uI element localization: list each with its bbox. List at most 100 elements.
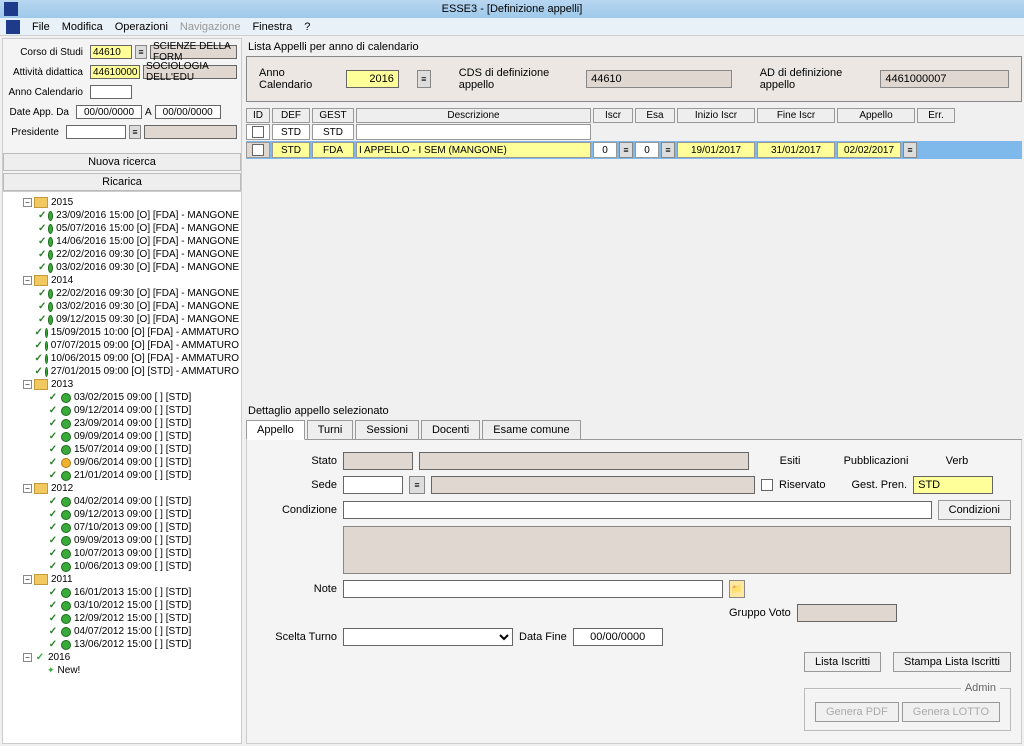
nuova-ricerca-button[interactable]: Nuova ricerca: [3, 153, 241, 171]
col-iscr[interactable]: Iscr: [593, 108, 633, 123]
note-input[interactable]: [343, 580, 723, 598]
tab-appello[interactable]: Appello: [246, 420, 305, 440]
gest-pren-field[interactable]: STD: [913, 476, 993, 494]
tree-item[interactable]: ✓09/09/2014 09:00 [ ] [STD]: [5, 430, 239, 443]
grid-row-selected[interactable]: STD FDA I APPELLO - I SEM (MANGONE) 0 ≡ …: [246, 141, 1022, 159]
presidente-input[interactable]: [66, 125, 126, 139]
grid-row[interactable]: STD STD: [246, 124, 1022, 140]
col-err[interactable]: Err.: [917, 108, 955, 123]
tree-item[interactable]: ✓07/07/2015 09:00 [O] [FDA] - AMMATURO: [5, 339, 239, 352]
tree-year[interactable]: −✓2016: [5, 651, 239, 664]
menu-finestra[interactable]: Finestra: [252, 21, 292, 33]
collapse-icon[interactable]: −: [23, 484, 32, 493]
tree-item[interactable]: ✓09/06/2014 09:00 [ ] [STD]: [5, 456, 239, 469]
tree-item[interactable]: ✓27/01/2015 09:00 [O] [STD] - AMMATURO: [5, 365, 239, 378]
tree-item[interactable]: ✓04/07/2012 15:00 [ ] [STD]: [5, 625, 239, 638]
lista-iscritti-button[interactable]: Lista Iscritti: [804, 652, 881, 672]
tree-item[interactable]: ✓09/12/2015 09:30 [O] [FDA] - MANGONE: [5, 313, 239, 326]
tree-item[interactable]: ✓22/02/2016 09:30 [O] [FDA] - MANGONE: [5, 287, 239, 300]
col-esa[interactable]: Esa: [635, 108, 675, 123]
col-appello[interactable]: Appello: [837, 108, 915, 123]
tree-item[interactable]: ✓09/09/2013 09:00 [ ] [STD]: [5, 534, 239, 547]
row-checkbox[interactable]: [252, 126, 264, 138]
tree-item[interactable]: ✓07/10/2013 09:00 [ ] [STD]: [5, 521, 239, 534]
collapse-icon[interactable]: −: [23, 380, 32, 389]
corso-code-input[interactable]: 44610: [90, 45, 132, 59]
menu-navigazione[interactable]: Navigazione: [180, 21, 241, 33]
row-checkbox[interactable]: [252, 144, 264, 156]
scelta-turno-select[interactable]: [343, 628, 513, 646]
tab-turni[interactable]: Turni: [307, 420, 354, 439]
menu-file[interactable]: File: [32, 21, 50, 33]
tree-item[interactable]: ✓03/02/2016 09:30 [O] [FDA] - MANGONE: [5, 261, 239, 274]
tree-year[interactable]: −2014: [5, 274, 239, 287]
riservato-checkbox[interactable]: [761, 479, 773, 491]
collapse-icon[interactable]: −: [23, 198, 32, 207]
tree-item[interactable]: ✓09/12/2013 09:00 [ ] [STD]: [5, 508, 239, 521]
tree-item[interactable]: ✓10/07/2013 09:00 [ ] [STD]: [5, 547, 239, 560]
date-a-input[interactable]: 00/00/0000: [155, 105, 221, 119]
col-fine[interactable]: Fine Iscr: [757, 108, 835, 123]
anno-cal-input[interactable]: 2016: [346, 70, 398, 88]
note-folder-button[interactable]: 📁: [729, 580, 745, 598]
tree-year[interactable]: −2012: [5, 482, 239, 495]
tree-item[interactable]: ✓15/09/2015 10:00 [O] [FDA] - AMMATURO: [5, 326, 239, 339]
tree-item[interactable]: ✓23/09/2014 09:00 [ ] [STD]: [5, 417, 239, 430]
iscr-lookup-button[interactable]: ≡: [619, 142, 633, 158]
col-inizio[interactable]: Inizio Iscr: [677, 108, 755, 123]
col-gest[interactable]: GEST: [312, 108, 354, 123]
collapse-icon[interactable]: −: [23, 653, 32, 662]
condizione-input[interactable]: [343, 501, 932, 519]
tree-item[interactable]: ✓04/02/2014 09:00 [ ] [STD]: [5, 495, 239, 508]
sede-lookup-button[interactable]: ≡: [409, 476, 425, 494]
corso-lookup-button[interactable]: ≡: [135, 45, 147, 59]
esa-lookup-button[interactable]: ≡: [661, 142, 675, 158]
ad-code-input[interactable]: 44610000: [90, 65, 140, 79]
tree-item[interactable]: ✓10/06/2013 09:00 [ ] [STD]: [5, 560, 239, 573]
genera-lotto-button[interactable]: Genera LOTTO: [902, 702, 1000, 722]
tree-item[interactable]: ✓03/02/2015 09:00 [ ] [STD]: [5, 391, 239, 404]
tree-item[interactable]: ✓23/09/2016 15:00 [O] [FDA] - MANGONE: [5, 209, 239, 222]
tree-item[interactable]: ✓14/06/2016 15:00 [O] [FDA] - MANGONE: [5, 235, 239, 248]
condizione-textarea[interactable]: [343, 526, 1011, 574]
genera-pdf-button[interactable]: Genera PDF: [815, 702, 899, 722]
stampa-lista-button[interactable]: Stampa Lista Iscritti: [893, 652, 1011, 672]
menu-modifica[interactable]: Modifica: [62, 21, 103, 33]
anno-input[interactable]: [90, 85, 132, 99]
appelli-tree[interactable]: −2015✓23/09/2016 15:00 [O] [FDA] - MANGO…: [3, 191, 241, 743]
tab-docenti[interactable]: Docenti: [421, 420, 480, 439]
ricarica-button[interactable]: Ricarica: [3, 173, 241, 191]
tree-year[interactable]: −2011: [5, 573, 239, 586]
collapse-icon[interactable]: −: [23, 575, 32, 584]
status-dot-icon: [61, 445, 71, 455]
menu-operazioni[interactable]: Operazioni: [115, 21, 168, 33]
tree-year[interactable]: −2013: [5, 378, 239, 391]
menu-help[interactable]: ?: [304, 21, 310, 33]
tab-esame-comune[interactable]: Esame comune: [482, 420, 580, 439]
tree-item[interactable]: ✓10/06/2015 09:00 [O] [FDA] - AMMATURO: [5, 352, 239, 365]
tree-item[interactable]: ✓05/07/2016 15:00 [O] [FDA] - MANGONE: [5, 222, 239, 235]
col-id[interactable]: ID: [246, 108, 270, 123]
anno-cal-lookup-button[interactable]: ≡: [417, 70, 431, 88]
date-da-input[interactable]: 00/00/0000: [76, 105, 142, 119]
tree-item[interactable]: ✓13/06/2012 15:00 [ ] [STD]: [5, 638, 239, 651]
presidente-lookup-button[interactable]: ≡: [129, 125, 141, 139]
data-fine-input[interactable]: 00/00/0000: [573, 628, 663, 646]
tree-item[interactable]: ✓16/01/2013 15:00 [ ] [STD]: [5, 586, 239, 599]
tree-item[interactable]: ✓09/12/2014 09:00 [ ] [STD]: [5, 404, 239, 417]
sede-code-input[interactable]: [343, 476, 403, 494]
collapse-icon[interactable]: −: [23, 276, 32, 285]
col-desc[interactable]: Descrizione: [356, 108, 591, 123]
tree-new-item[interactable]: ✦New!: [5, 664, 239, 677]
col-def[interactable]: DEF: [272, 108, 310, 123]
appello-lookup-button[interactable]: ≡: [903, 142, 917, 158]
tree-item[interactable]: ✓03/10/2012 15:00 [ ] [STD]: [5, 599, 239, 612]
tab-sessioni[interactable]: Sessioni: [355, 420, 419, 439]
condizioni-button[interactable]: Condizioni: [938, 500, 1011, 520]
tree-item[interactable]: ✓22/02/2016 09:30 [O] [FDA] - MANGONE: [5, 248, 239, 261]
tree-item[interactable]: ✓15/07/2014 09:00 [ ] [STD]: [5, 443, 239, 456]
tree-item[interactable]: ✓21/01/2014 09:00 [ ] [STD]: [5, 469, 239, 482]
tree-year[interactable]: −2015: [5, 196, 239, 209]
tree-item[interactable]: ✓03/02/2016 09:30 [O] [FDA] - MANGONE: [5, 300, 239, 313]
tree-item[interactable]: ✓12/09/2012 15:00 [ ] [STD]: [5, 612, 239, 625]
